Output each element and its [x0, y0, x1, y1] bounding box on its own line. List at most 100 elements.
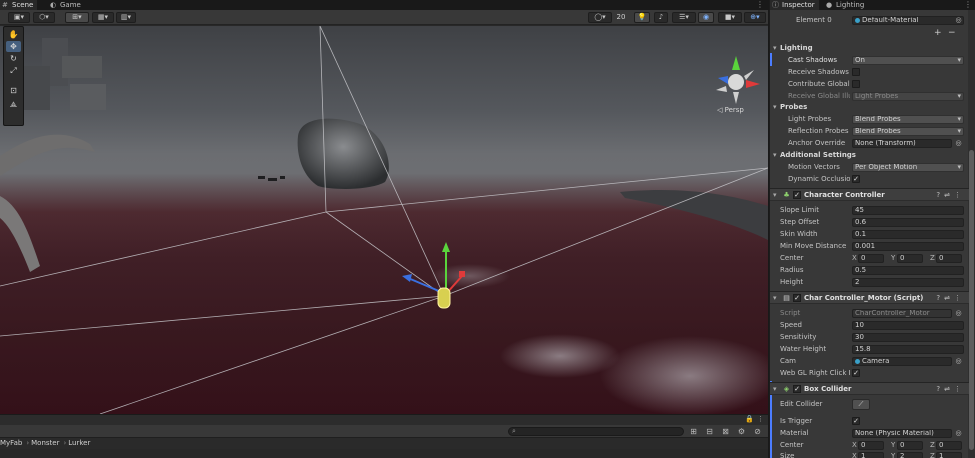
- speed-label[interactable]: Speed: [780, 319, 850, 331]
- audio-toggle[interactable]: ♪: [654, 12, 668, 23]
- camera-dropdown[interactable]: ■▾: [718, 12, 742, 23]
- motion-vectors-dropdown[interactable]: Per Object Motion: [852, 163, 964, 172]
- cc-center-y-field[interactable]: 0: [897, 254, 923, 263]
- bc-size-x-field[interactable]: 1: [858, 452, 884, 458]
- preset-icon[interactable]: ⇌: [944, 385, 954, 393]
- tab-scene[interactable]: # Scene: [0, 0, 38, 10]
- is-trigger-checkbox[interactable]: ✓: [852, 417, 860, 425]
- grid-size-value[interactable]: 20: [614, 12, 628, 23]
- bc-center-x-field[interactable]: 0: [858, 441, 884, 450]
- hand-tool[interactable]: ✋: [6, 29, 21, 40]
- settings-icon[interactable]: ⚙: [736, 426, 747, 437]
- additional-settings-section[interactable]: ▾ Additional Settings: [770, 149, 969, 161]
- min-move-distance-label[interactable]: Min Move Distance: [780, 240, 850, 252]
- inspector-menu-icon[interactable]: ⋮: [964, 0, 972, 10]
- global-dropdown[interactable]: ▦▾: [92, 12, 114, 23]
- bc-center-y-field[interactable]: 0: [897, 441, 923, 450]
- picking-icon[interactable]: ⊠: [720, 426, 731, 437]
- anchor-override-field[interactable]: None (Transform): [852, 139, 952, 148]
- preset-icon[interactable]: ⇌: [944, 294, 954, 302]
- draw-mode-dropdown[interactable]: ▣▾: [8, 12, 30, 23]
- character-controller-header[interactable]: ▾ ♣ ✓ Character Controller ?⇌⋮: [770, 188, 969, 201]
- water-height-field[interactable]: 15.8: [852, 345, 964, 354]
- help-icon[interactable]: ?: [936, 294, 944, 302]
- object-picker-icon[interactable]: ◎: [954, 429, 963, 437]
- webgl-checkbox[interactable]: ✓: [852, 369, 860, 377]
- more-icon[interactable]: ⋮: [954, 294, 965, 302]
- hierarchy-search-input[interactable]: ⌕: [508, 427, 684, 436]
- scene-viewport[interactable]: ◁ Persp: [0, 26, 768, 414]
- tab-game[interactable]: ◐ Game: [48, 0, 85, 10]
- move-tool[interactable]: ✥: [6, 41, 21, 52]
- receive-shadows-checkbox[interactable]: [852, 68, 860, 76]
- visibility-toggle[interactable]: ◉: [698, 12, 714, 23]
- inspector-scrollbar[interactable]: [968, 10, 975, 458]
- height-label[interactable]: Height: [780, 276, 850, 288]
- skin-width-field[interactable]: 0.1: [852, 230, 964, 239]
- skin-width-label[interactable]: Skin Width: [780, 228, 850, 240]
- tab-inspector[interactable]: ⓘ Inspector: [770, 0, 819, 10]
- bc-center-y[interactable]: Y0: [891, 441, 923, 450]
- reflection-probes-dropdown[interactable]: Blend Probes: [852, 127, 964, 136]
- bc-size-y-field[interactable]: 2: [897, 452, 923, 458]
- element-field[interactable]: Default-Material: [852, 16, 964, 25]
- lock-icon[interactable]: 🔒: [745, 415, 754, 423]
- component-actions[interactable]: ?⇌⋮: [936, 383, 965, 395]
- cc-center-z-field[interactable]: 0: [936, 254, 962, 263]
- motor-script-enabled-checkbox[interactable]: ✓: [793, 294, 801, 302]
- cc-center-y[interactable]: Y0: [891, 254, 923, 263]
- breadcrumb-item-myfab[interactable]: MyFab: [0, 439, 22, 447]
- box-collider-header[interactable]: ▾ ◈ ✓ Box Collider ?⇌⋮: [770, 382, 969, 395]
- effects-dropdown[interactable]: ☰▾: [672, 12, 696, 23]
- orientation-gizmo[interactable]: [716, 56, 760, 104]
- light-probes-dropdown[interactable]: Blend Probes: [852, 115, 964, 124]
- component-actions[interactable]: ?⇌⋮: [936, 292, 965, 304]
- speed-field[interactable]: 10: [852, 321, 964, 330]
- contribute-gi-checkbox[interactable]: [852, 80, 860, 88]
- panel-menu-icon-2[interactable]: ⋮: [757, 415, 764, 423]
- rect-tool[interactable]: ⊡: [6, 85, 21, 96]
- rotate-tool[interactable]: ↻: [6, 53, 21, 64]
- bc-center-x[interactable]: X0: [852, 441, 884, 450]
- cc-center-z[interactable]: Z0: [930, 254, 962, 263]
- scale-tool[interactable]: ⤢: [6, 65, 21, 76]
- shading-dropdown[interactable]: ⬡▾: [33, 12, 55, 23]
- more-icon[interactable]: ⋮: [954, 385, 965, 393]
- slope-limit-field[interactable]: 45: [852, 206, 964, 215]
- water-height-label[interactable]: Water Height: [780, 343, 850, 355]
- breadcrumb-item-monster[interactable]: Monster: [31, 439, 59, 447]
- cast-shadows-dropdown[interactable]: On: [852, 56, 964, 65]
- component-actions[interactable]: ?⇌⋮: [936, 189, 965, 201]
- cc-center-x-field[interactable]: 0: [858, 254, 884, 263]
- sensitivity-field[interactable]: 30: [852, 333, 964, 342]
- motor-script-header[interactable]: ▾ ▤ ✓ Char Controller_Motor (Script) ?⇌⋮: [770, 291, 969, 304]
- step-offset-field[interactable]: 0.6: [852, 218, 964, 227]
- lighting-section[interactable]: ▾ Lighting: [770, 42, 969, 54]
- probes-section[interactable]: ▾ Probes: [770, 101, 969, 113]
- character-controller-enabled-checkbox[interactable]: ✓: [793, 191, 801, 199]
- bc-size-x[interactable]: X1: [852, 452, 884, 458]
- remove-element-icon[interactable]: −: [948, 27, 956, 39]
- help-icon[interactable]: ?: [936, 385, 944, 393]
- object-picker-icon[interactable]: ◎: [954, 357, 963, 365]
- more-icon[interactable]: ⋮: [954, 191, 965, 199]
- lighting-toggle[interactable]: 💡: [634, 12, 650, 23]
- cc-center-x[interactable]: X0: [852, 254, 884, 263]
- bc-center-z[interactable]: Z0: [930, 441, 962, 450]
- render-mode-dropdown[interactable]: ◯▾: [588, 12, 612, 23]
- scene-visibility-icon[interactable]: ⊞: [688, 426, 699, 437]
- prefab-icon[interactable]: ⊟: [704, 426, 715, 437]
- step-offset-label[interactable]: Step Offset: [780, 216, 850, 228]
- radius-field[interactable]: 0.5: [852, 266, 964, 275]
- tab-lighting[interactable]: ● Lighting: [824, 0, 868, 10]
- bc-size-y[interactable]: Y2: [891, 452, 923, 458]
- object-picker-icon[interactable]: ◎: [954, 16, 963, 24]
- panel-menu-icon[interactable]: ⋮: [756, 0, 764, 10]
- custom-tool[interactable]: ⟁: [6, 99, 21, 110]
- sensitivity-label[interactable]: Sensitivity: [780, 331, 850, 343]
- cam-field[interactable]: Camera: [852, 357, 952, 366]
- breadcrumb-item-lurker[interactable]: Lurker: [68, 439, 90, 447]
- gizmos-dropdown[interactable]: ⊕▾: [744, 12, 766, 23]
- hierarchy-list[interactable]: [0, 449, 768, 458]
- inspector-scroll-thumb[interactable]: [969, 150, 974, 450]
